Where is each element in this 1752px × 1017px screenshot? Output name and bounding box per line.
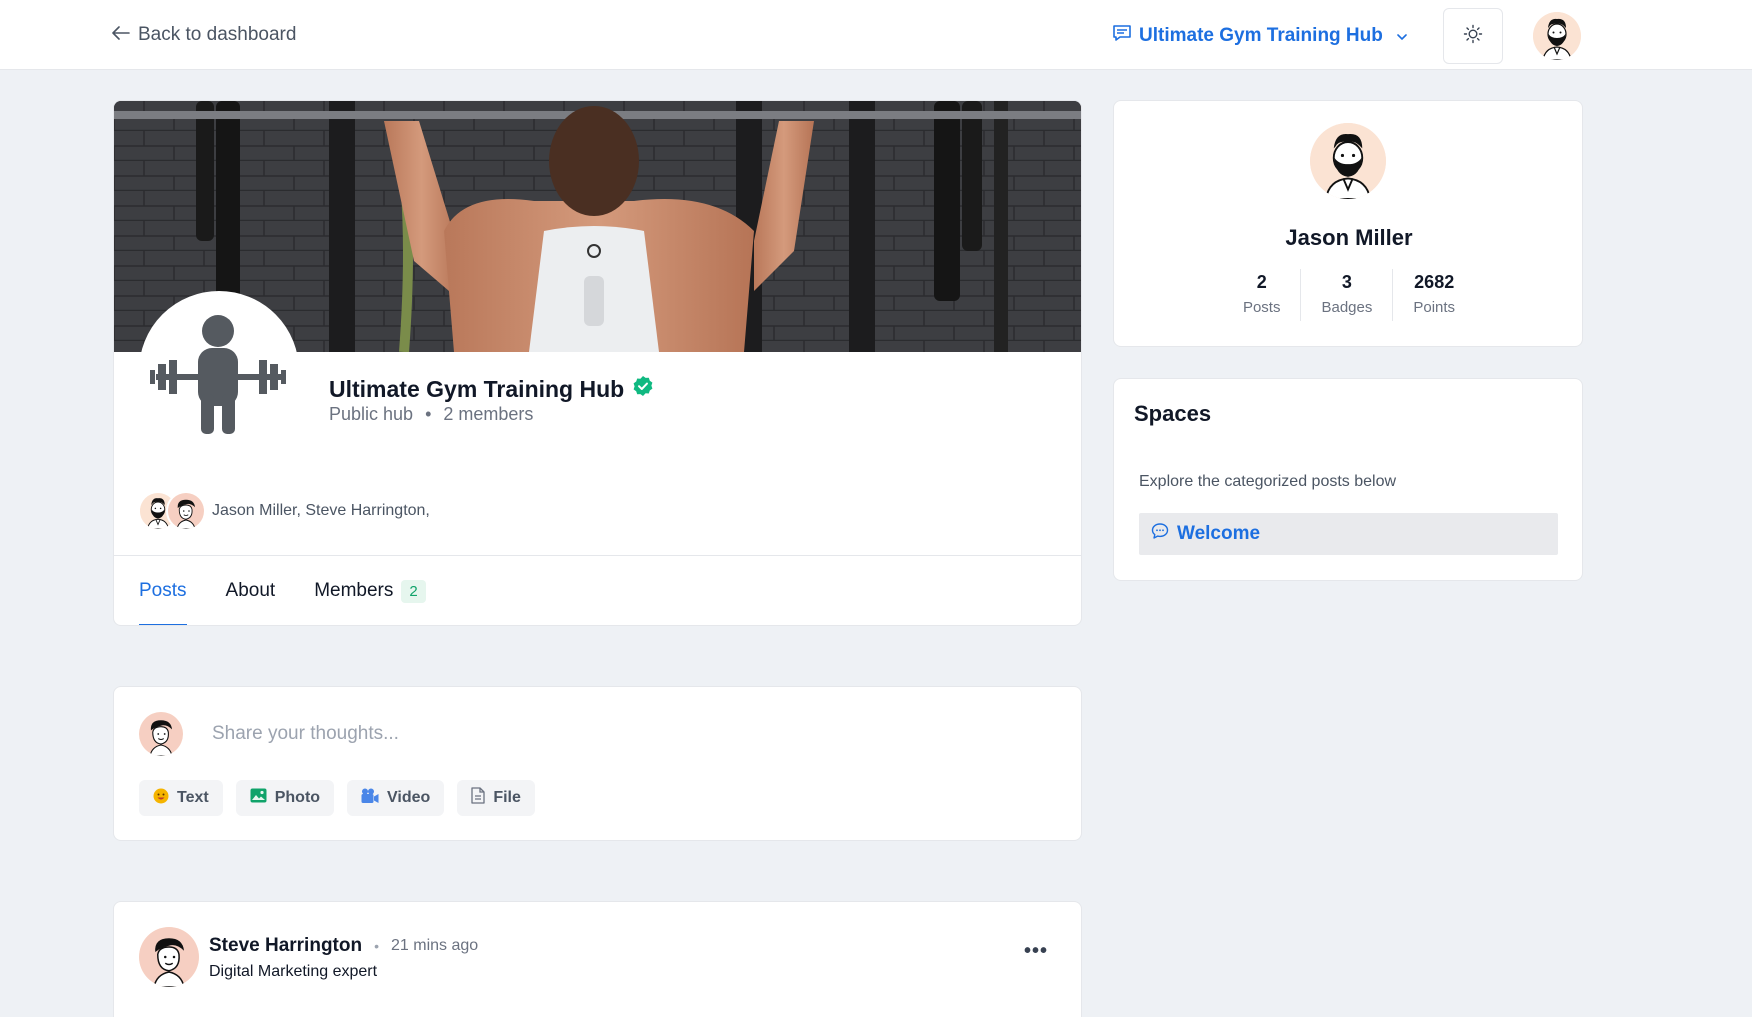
tab-members[interactable]: Members 2 (314, 556, 426, 625)
hub-privacy: Public hub (329, 404, 414, 424)
member-preview[interactable]: Jason Miller, Steve Harrington, (138, 491, 430, 531)
back-to-dashboard-link[interactable]: Back to dashboard (112, 24, 296, 46)
tab-posts[interactable]: Posts (139, 556, 187, 625)
spaces-title: Spaces (1134, 401, 1212, 426)
more-horizontal-icon: ••• (1024, 940, 1049, 962)
profile-card: Jason Miller 2 Posts 3 Badges 2682 Point… (1113, 100, 1583, 347)
photo-post-label: Photo (274, 789, 321, 806)
tab-about[interactable]: About (225, 556, 276, 625)
stat-points: 2682 Points (1392, 269, 1475, 321)
hub-title: Ultimate Gym Training Hub (329, 375, 654, 403)
profile-name: Jason Miller (1285, 225, 1413, 250)
hub-header-card: Ultimate Gym Training Hub Public hub • 2… (113, 100, 1082, 626)
member-avatar (166, 491, 206, 531)
space-item-welcome[interactable]: Welcome (1139, 513, 1558, 555)
hub-logo (139, 291, 299, 451)
user-avatar[interactable] (1533, 12, 1581, 60)
stat-points-label: Points (1413, 299, 1456, 316)
stat-posts-value: 2 (1256, 272, 1267, 292)
text-post-button[interactable]: Text (139, 780, 223, 816)
sun-icon (1463, 24, 1483, 49)
spaces-card: Spaces Explore the categorized posts bel… (1113, 378, 1583, 581)
file-icon (471, 787, 485, 809)
stat-badges-value: 3 (1341, 272, 1352, 292)
post-timestamp: 21 mins ago (391, 937, 479, 954)
hub-title-text: Ultimate Gym Training Hub (329, 375, 625, 402)
post-composer: Text Photo Video File (113, 686, 1082, 841)
members-count-badge: 2 (401, 579, 426, 603)
hub-meta: Public hub • 2 members (329, 404, 533, 425)
theme-toggle-button[interactable] (1443, 8, 1503, 64)
composer-actions: Text Photo Video File (139, 780, 535, 816)
video-post-label: Video (387, 789, 431, 806)
share-thoughts-input[interactable] (212, 719, 1032, 749)
stat-points-value: 2682 (1414, 272, 1455, 292)
hub-member-count: 2 members (443, 404, 534, 424)
post-header: Steve Harrington • 21 mins ago (209, 935, 478, 957)
space-item-label: Welcome (1177, 523, 1261, 544)
chevron-down-icon (1396, 25, 1408, 47)
tab-about-label: About (225, 580, 276, 601)
file-post-button[interactable]: File (457, 780, 535, 816)
hub-tabs: Posts About Members 2 (139, 556, 465, 625)
chat-bubble-icon (1151, 522, 1169, 546)
post-author-role: Digital Marketing expert (209, 963, 378, 980)
photo-post-button[interactable]: Photo (235, 780, 335, 816)
tab-members-label: Members (314, 580, 394, 601)
chat-icon (1112, 23, 1132, 49)
arrow-left-icon (112, 24, 130, 46)
post-author-avatar[interactable] (139, 927, 199, 987)
profile-stats: 2 Posts 3 Badges 2682 Points (1114, 269, 1584, 321)
video-icon (361, 788, 379, 809)
stat-posts-label: Posts (1242, 299, 1281, 316)
back-link-label: Back to dashboard (138, 24, 297, 45)
member-names: Jason Miller, Steve Harrington, (212, 502, 430, 519)
post-author-name[interactable]: Steve Harrington (209, 935, 362, 957)
stat-badges: 3 Badges (1300, 269, 1392, 321)
stat-badges-label: Badges (1321, 299, 1373, 316)
tabs-underline (139, 625, 1059, 626)
text-post-label: Text (177, 789, 209, 806)
meta-separator: • (425, 404, 432, 424)
tab-posts-label: Posts (139, 580, 187, 601)
emoji-icon (153, 788, 169, 809)
profile-avatar[interactable] (1310, 123, 1386, 199)
top-bar: Back to dashboard Ultimate Gym Training … (0, 0, 1752, 70)
post-separator: • (374, 938, 379, 954)
photo-icon (250, 788, 267, 808)
spaces-description: Explore the categorized posts below (1139, 473, 1397, 490)
composer-avatar (139, 712, 183, 756)
file-post-label: File (493, 789, 521, 806)
video-post-button[interactable]: Video (347, 780, 445, 816)
hub-switcher-label: Ultimate Gym Training Hub (1139, 25, 1383, 46)
verified-badge-icon (632, 375, 654, 403)
hub-switcher[interactable]: Ultimate Gym Training Hub (1112, 23, 1408, 49)
stat-posts: 2 Posts (1223, 269, 1301, 321)
post-card: Steve Harrington • 21 mins ago Digital M… (113, 901, 1082, 1017)
post-options-button[interactable]: ••• (1024, 940, 1048, 963)
